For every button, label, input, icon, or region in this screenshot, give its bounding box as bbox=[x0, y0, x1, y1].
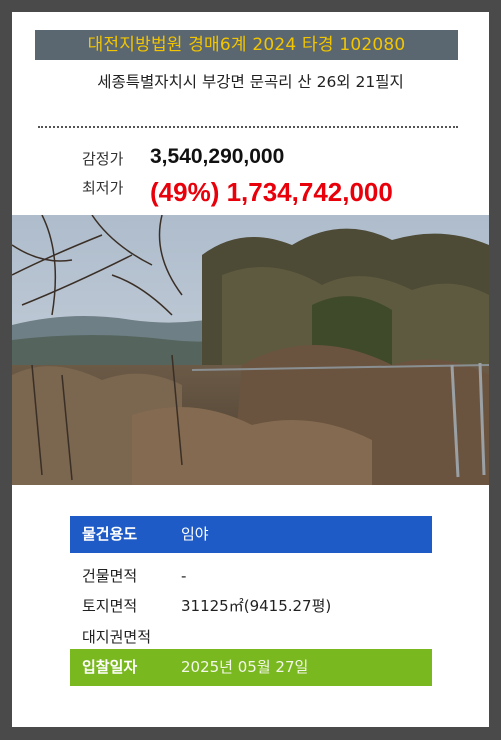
minimum-price-label: 최저가 bbox=[82, 179, 124, 197]
usage-value: 임야 bbox=[181, 525, 209, 543]
usage-label: 물건용도 bbox=[82, 525, 138, 543]
minimum-price-value: (49%) 1,734,742,000 bbox=[150, 177, 393, 207]
bid-date-row: 입찰일자 2025년 05월 27일 bbox=[70, 649, 432, 686]
appraisal-price-value: 3,540,290,000 bbox=[150, 145, 285, 168]
auction-card: 대전지방법원 경매6계 2024 타경 102080 세종특별자치시 부강면 문… bbox=[12, 12, 489, 727]
property-photo bbox=[12, 215, 489, 485]
bid-date-value: 2025년 05월 27일 bbox=[181, 658, 309, 676]
property-address: 세종특별자치시 부강면 문곡리 산 26외 21필지 bbox=[97, 73, 404, 91]
dotted-divider bbox=[38, 126, 458, 128]
usage-row: 물건용도 임야 bbox=[70, 516, 432, 553]
bid-date-label: 입찰일자 bbox=[82, 658, 138, 676]
appraisal-price-label: 감정가 bbox=[82, 150, 124, 168]
court-case-banner: 대전지방법원 경매6계 2024 타경 102080 bbox=[35, 30, 458, 60]
